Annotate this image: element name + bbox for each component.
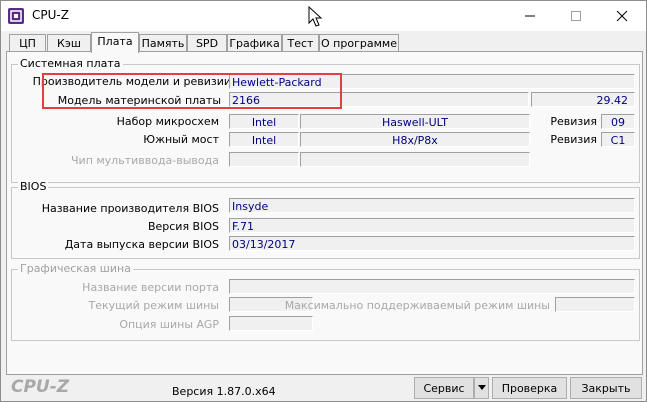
title-bar[interactable]: CPU-Z	[1, 1, 646, 31]
southbridge-revision-field: C1	[601, 132, 635, 147]
southbridge-revision-label: Ревизия	[550, 133, 597, 146]
window-title: CPU-Z	[32, 8, 69, 22]
bios-version-field: F.71	[229, 218, 635, 233]
lpcio-label: Чип мультиввода-вывода	[71, 154, 219, 167]
maximize-button[interactable]	[553, 1, 599, 31]
cpuz-logo: CPU-Z	[11, 377, 70, 397]
port-version-field	[229, 279, 635, 294]
max-supported-label: Максимально поддерживаемый режим шины	[284, 299, 550, 312]
tab-about[interactable]: О программе	[319, 34, 399, 52]
bios-brand-label: Название производителя BIOS	[41, 202, 219, 215]
chipset-revision-field: 09	[601, 114, 635, 129]
cpuz-app-icon	[8, 8, 24, 24]
minimize-icon	[525, 15, 535, 17]
southbridge-model-field: H8x/P8x	[300, 132, 530, 147]
graphic-bus-group-title: Графическая шина	[18, 262, 133, 275]
minimize-button[interactable]	[507, 1, 553, 31]
close-window-button[interactable]	[599, 1, 645, 31]
tab-graphics[interactable]: Графика	[227, 34, 282, 52]
chipset-model-field: Haswell-ULT	[300, 114, 530, 129]
version-text: Версия 1.87.0.x64	[172, 385, 276, 398]
chipset-vendor-field: Intel	[229, 114, 299, 129]
lpcio-vendor-field	[229, 152, 299, 167]
tab-bench[interactable]: Тест	[282, 34, 319, 52]
motherboard-group-title: Системная плата	[18, 57, 123, 70]
southbridge-vendor-field: Intel	[229, 132, 299, 147]
tab-spd[interactable]: SPD	[187, 34, 227, 52]
tab-cache[interactable]: Кэш	[47, 34, 91, 52]
maximize-icon	[571, 11, 581, 21]
highlight-box	[42, 73, 342, 109]
close-button[interactable]: Закрыть	[570, 377, 642, 399]
bios-brand-field: Insyde	[229, 198, 635, 213]
link-width-label: Текущий режим шины	[88, 299, 220, 312]
port-version-label: Название версии порта	[82, 281, 219, 294]
bios-date-field: 03/13/2017	[229, 236, 635, 251]
chipset-label: Набор микросхем	[116, 115, 219, 128]
tab-cpu[interactable]: ЦП	[9, 34, 46, 52]
tab-bar: ЦП Кэш Плата Память SPD Графика Тест О п…	[6, 32, 646, 53]
triangle-down-icon	[477, 385, 486, 390]
service-button[interactable]: Сервис	[414, 377, 474, 399]
service-dropdown-button[interactable]	[474, 377, 489, 399]
model-revision-field: 29.42	[531, 92, 635, 107]
cpuz-window: CPU-Z ЦП Кэш Плата Память SPD Графика Те…	[0, 0, 647, 402]
southbridge-label: Южный мост	[143, 133, 219, 146]
lpcio-model-field	[300, 152, 530, 167]
close-icon	[616, 10, 628, 22]
agp-label: Опция шины AGP	[119, 318, 219, 331]
validate-button[interactable]: Проверка	[492, 377, 567, 399]
tab-mainboard[interactable]: Плата	[91, 32, 139, 53]
bios-date-label: Дата выпуска версии BIOS	[64, 238, 219, 251]
agp-field	[229, 316, 313, 331]
bios-version-label: Версия BIOS	[147, 220, 219, 233]
chipset-revision-label: Ревизия	[550, 115, 597, 128]
max-supported-field	[555, 297, 635, 312]
mouse-cursor-icon	[308, 6, 323, 27]
tab-memory[interactable]: Память	[139, 34, 187, 52]
bios-group-title: BIOS	[18, 180, 49, 193]
